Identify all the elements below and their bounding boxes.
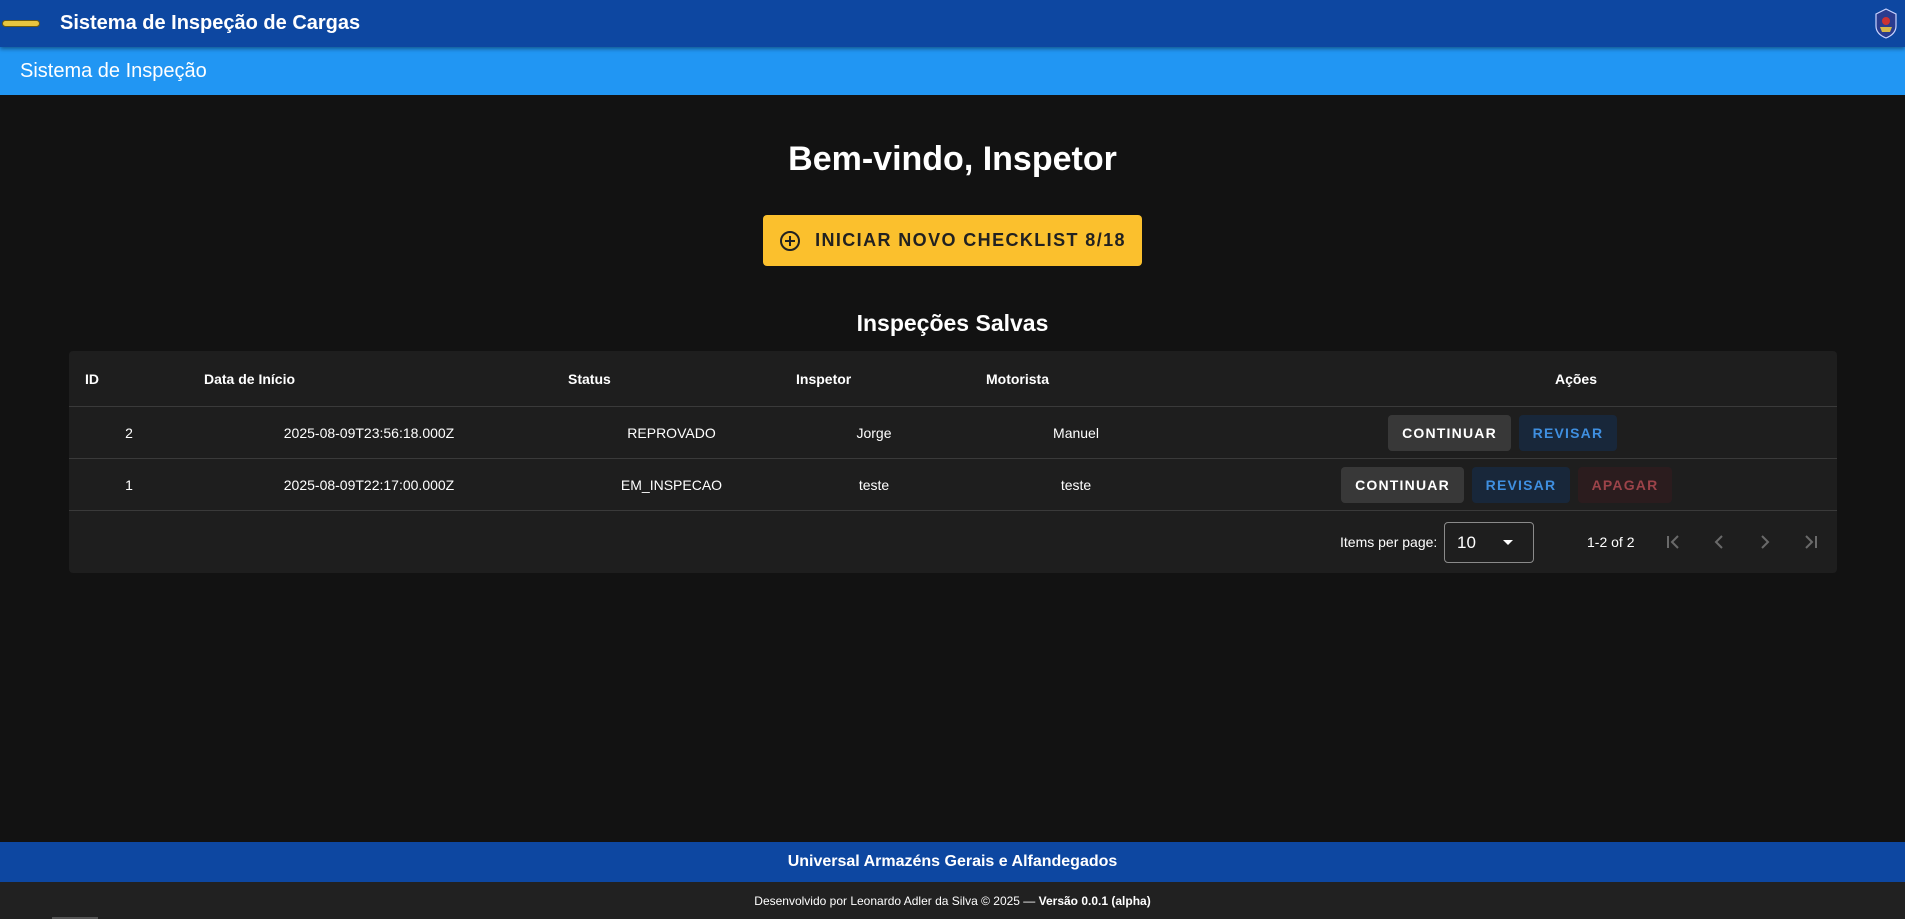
- last-page-icon[interactable]: [1799, 530, 1823, 554]
- table-header: ID Data de Início Status Inspetor Motori…: [69, 351, 1837, 407]
- footer-company: Universal Armazéns Gerais e Alfandegados: [0, 842, 1905, 882]
- dropdown-caret-icon: [1503, 540, 1513, 545]
- cell-inspector: teste: [858, 477, 890, 493]
- company-name: Universal Armazéns Gerais e Alfandegados: [787, 853, 1118, 870]
- column-header-status[interactable]: Status: [568, 351, 611, 407]
- cell-id: 1: [125, 477, 133, 493]
- saved-inspections-title: Inspeções Salvas: [856, 310, 1049, 336]
- cell-driver: teste: [1060, 477, 1092, 493]
- column-header-start-date[interactable]: Data de Início: [204, 351, 295, 407]
- items-per-page-value: 10: [1457, 533, 1476, 552]
- next-page-icon[interactable]: [1753, 530, 1777, 554]
- cell-status: REPROVADO: [627, 425, 716, 441]
- column-header-driver[interactable]: Motorista: [986, 351, 1049, 407]
- previous-page-icon[interactable]: [1707, 530, 1731, 554]
- app-header: Sistema de Inspeção de Cargas: [0, 0, 1905, 47]
- cell-inspector: Jorge: [856, 425, 892, 441]
- company-badge-icon: [2, 20, 40, 27]
- sub-header: Sistema de Inspeção: [0, 47, 1905, 95]
- cell-driver: Manuel: [1053, 425, 1099, 441]
- new-checklist-button[interactable]: INICIAR NOVO CHECKLIST 8/18: [763, 215, 1142, 266]
- inspections-table: ID Data de Início Status Inspetor Motori…: [69, 351, 1837, 573]
- review-button[interactable]: REVISAR: [1519, 415, 1617, 451]
- table-pagination: Items per page: 10 1-2 of 2: [69, 512, 1837, 573]
- pagination-range: 1-2 of 2: [1587, 534, 1635, 550]
- items-per-page-label: Items per page:: [1340, 534, 1438, 550]
- version-label: Versão 0.0.1 (alpha): [1038, 893, 1151, 908]
- developer-credit: Desenvolvido por Leonardo Adler da Silva…: [754, 893, 1036, 908]
- continue-button[interactable]: CONTINUAR: [1341, 467, 1464, 503]
- table-row: 1 2025-08-09T22:17:00.000Z EM_INSPECAO t…: [69, 459, 1837, 511]
- column-header-actions: Ações: [1554, 371, 1598, 387]
- review-button[interactable]: REVISAR: [1472, 467, 1570, 503]
- cell-id: 2: [125, 425, 133, 441]
- table-row: 2 2025-08-09T23:56:18.000Z REPROVADO Jor…: [69, 407, 1837, 459]
- crest-emblem-icon: [1875, 8, 1897, 39]
- footer-credits: Desenvolvido por Leonardo Adler da Silva…: [0, 882, 1905, 919]
- cell-status: EM_INSPECAO: [620, 477, 723, 493]
- cell-start-date: 2025-08-09T23:56:18.000Z: [283, 425, 455, 441]
- add-circle-icon: [780, 230, 801, 251]
- new-checklist-label: INICIAR NOVO CHECKLIST 8/18: [815, 230, 1126, 250]
- app-title: Sistema de Inspeção de Cargas: [60, 12, 361, 34]
- items-per-page-select[interactable]: 10: [1444, 522, 1534, 563]
- page-section-title: Sistema de Inspeção: [20, 59, 207, 82]
- first-page-icon[interactable]: [1661, 530, 1685, 554]
- welcome-heading: Bem-vindo, Inspetor: [788, 140, 1117, 178]
- column-header-id[interactable]: ID: [85, 351, 99, 407]
- continue-button[interactable]: CONTINUAR: [1388, 415, 1511, 451]
- cell-start-date: 2025-08-09T22:17:00.000Z: [283, 477, 455, 493]
- delete-button[interactable]: APAGAR: [1578, 467, 1672, 503]
- column-header-inspector[interactable]: Inspetor: [796, 351, 851, 407]
